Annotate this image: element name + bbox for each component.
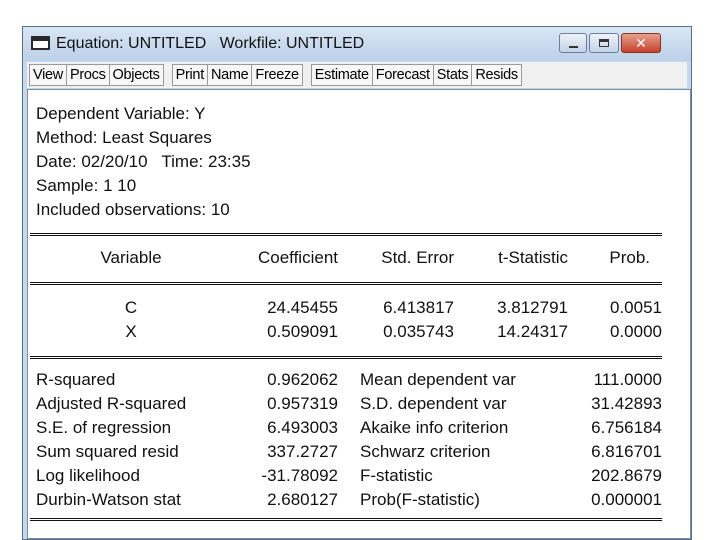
close-icon: ✕ xyxy=(635,35,647,51)
freeze-button[interactable]: Freeze xyxy=(252,64,303,86)
stat-label: S.D. dependent var xyxy=(360,394,507,413)
maximize-icon xyxy=(599,39,609,47)
minimize-button[interactable] xyxy=(559,33,587,53)
resids-button[interactable]: Resids xyxy=(472,64,522,86)
stat-value: 0.957319 xyxy=(267,394,338,413)
stat-value: 202.8679 xyxy=(591,466,662,485)
toolbar-group-view: View Procs Objects xyxy=(29,64,164,86)
print-button[interactable]: Print xyxy=(171,64,208,86)
stat-value: 6.816701 xyxy=(591,442,662,461)
coef-value: 24.45455 xyxy=(267,298,338,317)
title-bar[interactable]: Equation: UNTITLED Workfile: UNTITLED ✕ xyxy=(23,27,691,61)
coef-prob: 0.0051 xyxy=(610,298,662,317)
coef-value: 0.509091 xyxy=(267,322,338,341)
dependent-variable-line: Dependent Variable: Y xyxy=(36,104,206,123)
stat-label: Prob(F-statistic) xyxy=(360,490,480,509)
stat-label: Adjusted R-squared xyxy=(36,394,187,413)
stat-value: 0.962062 xyxy=(267,370,338,389)
objects-button[interactable]: Objects xyxy=(109,64,164,86)
stat-label: Durbin-Watson stat xyxy=(36,490,181,509)
stat-value: 6.756184 xyxy=(591,418,662,437)
toolbar: View Procs Objects Print Name Freeze Est… xyxy=(27,62,687,88)
col-header-std-error: Std. Error xyxy=(381,248,454,267)
stat-label: Sum squared resid xyxy=(36,442,179,461)
col-header-t-statistic: t-Statistic xyxy=(498,248,568,267)
output-pane: Dependent Variable: Y Method: Least Squa… xyxy=(27,89,691,539)
stat-value: -31.78092 xyxy=(261,466,338,485)
close-button[interactable]: ✕ xyxy=(621,33,661,53)
col-header-coefficient: Coefficient xyxy=(257,248,338,267)
stat-label: R-squared xyxy=(36,370,116,389)
forecast-button[interactable]: Forecast xyxy=(372,64,434,86)
divider-top xyxy=(30,233,662,236)
coef-std-error: 0.035743 xyxy=(383,322,454,341)
window-title: Equation: UNTITLED Workfile: UNTITLED xyxy=(56,35,365,52)
coef-prob: 0.0000 xyxy=(610,322,662,341)
stat-value: 0.000001 xyxy=(591,490,662,509)
procs-button[interactable]: Procs xyxy=(66,64,110,86)
observations-line: Included observations: 10 xyxy=(36,200,230,219)
maximize-button[interactable] xyxy=(589,33,619,53)
equation-window: Equation: UNTITLED Workfile: UNTITLED ✕ … xyxy=(22,26,692,540)
divider-header xyxy=(30,282,662,285)
stat-label: Schwarz criterion xyxy=(360,442,491,461)
stat-label: F-statistic xyxy=(360,466,433,485)
toolbar-group-estimate: Estimate Forecast Stats Resids xyxy=(310,64,522,86)
estimate-button[interactable]: Estimate xyxy=(310,64,373,86)
col-header-variable: Variable xyxy=(100,248,162,267)
toolbar-group-print: Print Name Freeze xyxy=(171,64,303,86)
stat-value: 31.42893 xyxy=(591,394,662,413)
stat-value: 337.2727 xyxy=(267,442,338,461)
coef-t-statistic: 3.812791 xyxy=(497,298,568,317)
stats-button[interactable]: Stats xyxy=(433,64,473,86)
stat-label: Log likelihood xyxy=(36,466,140,485)
minimize-icon xyxy=(568,45,578,48)
coef-std-error: 6.413817 xyxy=(383,298,454,317)
stat-value: 111.0000 xyxy=(593,370,662,389)
stat-label: Mean dependent var xyxy=(360,370,516,389)
col-header-prob: Prob. xyxy=(609,248,650,267)
divider-stats xyxy=(30,356,662,359)
stat-label: S.E. of regression xyxy=(36,418,172,437)
view-button[interactable]: View xyxy=(29,64,67,86)
sample-line: Sample: 1 10 xyxy=(36,176,137,195)
stat-label: Akaike info criterion xyxy=(360,418,509,437)
stat-value: 2.680127 xyxy=(267,490,338,509)
coef-variable: C xyxy=(124,298,138,317)
date-line: Date: 02/20/10 Time: 23:35 xyxy=(36,152,251,171)
method-line: Method: Least Squares xyxy=(36,128,212,147)
name-button[interactable]: Name xyxy=(207,64,253,86)
divider-bottom xyxy=(30,518,662,521)
stat-value: 6.493003 xyxy=(267,418,338,437)
window-icon xyxy=(31,36,50,50)
coef-variable: X xyxy=(125,322,137,341)
coef-t-statistic: 14.24317 xyxy=(497,322,568,341)
